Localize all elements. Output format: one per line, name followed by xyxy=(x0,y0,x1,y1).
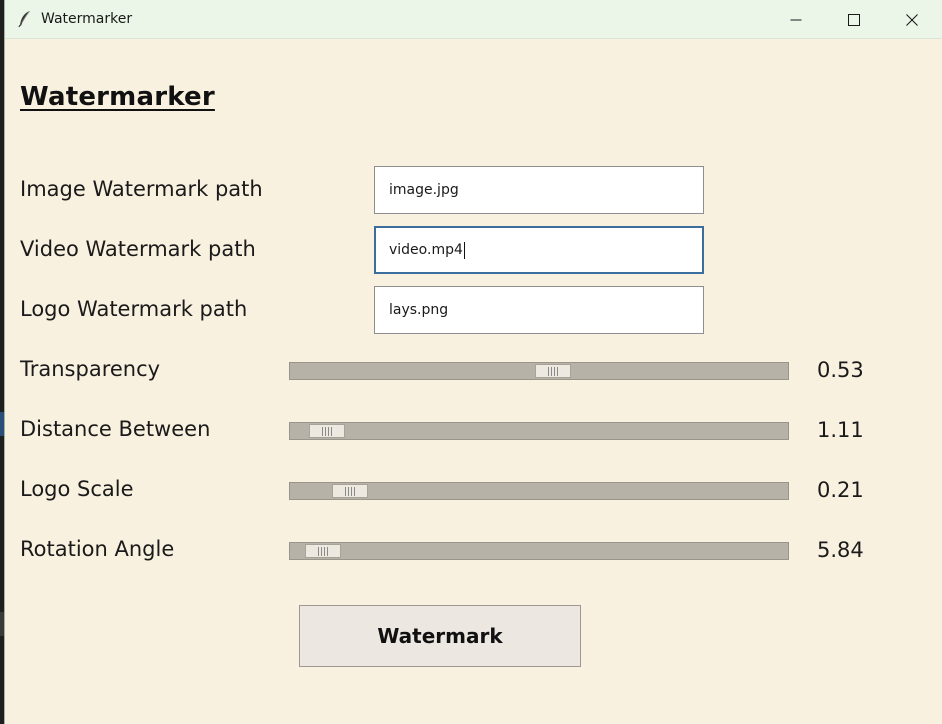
slider-thumb[interactable] xyxy=(535,364,571,378)
watermark-button[interactable]: Watermark xyxy=(299,605,581,667)
image-path-value: image.jpg xyxy=(389,182,459,198)
minimize-button[interactable] xyxy=(767,0,825,39)
close-button[interactable] xyxy=(883,0,941,39)
minimize-icon xyxy=(790,19,802,20)
image-path-input[interactable]: image.jpg xyxy=(374,166,704,214)
window-title: Watermarker xyxy=(41,11,133,27)
maximize-icon xyxy=(848,13,860,26)
maximize-button[interactable] xyxy=(825,0,883,39)
image-path-label: Image Watermark path xyxy=(20,177,263,201)
logo-path-input[interactable]: lays.png xyxy=(374,286,704,334)
rotation-value: 5.84 xyxy=(817,538,864,562)
distance-value: 1.11 xyxy=(817,418,864,442)
title-bar[interactable]: Watermarker xyxy=(5,0,942,39)
distance-label: Distance Between xyxy=(20,417,211,441)
slider-thumb[interactable] xyxy=(332,484,368,498)
video-path-label: Video Watermark path xyxy=(20,237,256,261)
text-caret xyxy=(463,241,465,259)
transparency-slider[interactable] xyxy=(289,362,789,380)
app-window: Watermarker Watermarker Image Watermark … xyxy=(4,0,942,724)
slider-thumb[interactable] xyxy=(305,544,341,558)
video-path-value: video.mp4 xyxy=(389,242,463,258)
slider-thumb[interactable] xyxy=(309,424,345,438)
close-icon xyxy=(906,13,918,26)
feather-icon xyxy=(17,10,33,28)
logo-path-label: Logo Watermark path xyxy=(20,297,248,321)
page-title: Watermarker xyxy=(20,82,215,112)
video-path-input[interactable]: video.mp4 xyxy=(374,226,704,274)
rotation-label: Rotation Angle xyxy=(20,537,175,561)
transparency-label: Transparency xyxy=(20,357,161,381)
logo-scale-slider[interactable] xyxy=(289,482,789,500)
rotation-slider[interactable] xyxy=(289,542,789,560)
logo-scale-value: 0.21 xyxy=(817,478,864,502)
logo-path-value: lays.png xyxy=(389,302,449,318)
distance-slider[interactable] xyxy=(289,422,789,440)
transparency-value: 0.53 xyxy=(817,358,864,382)
logo-scale-label: Logo Scale xyxy=(20,477,134,501)
